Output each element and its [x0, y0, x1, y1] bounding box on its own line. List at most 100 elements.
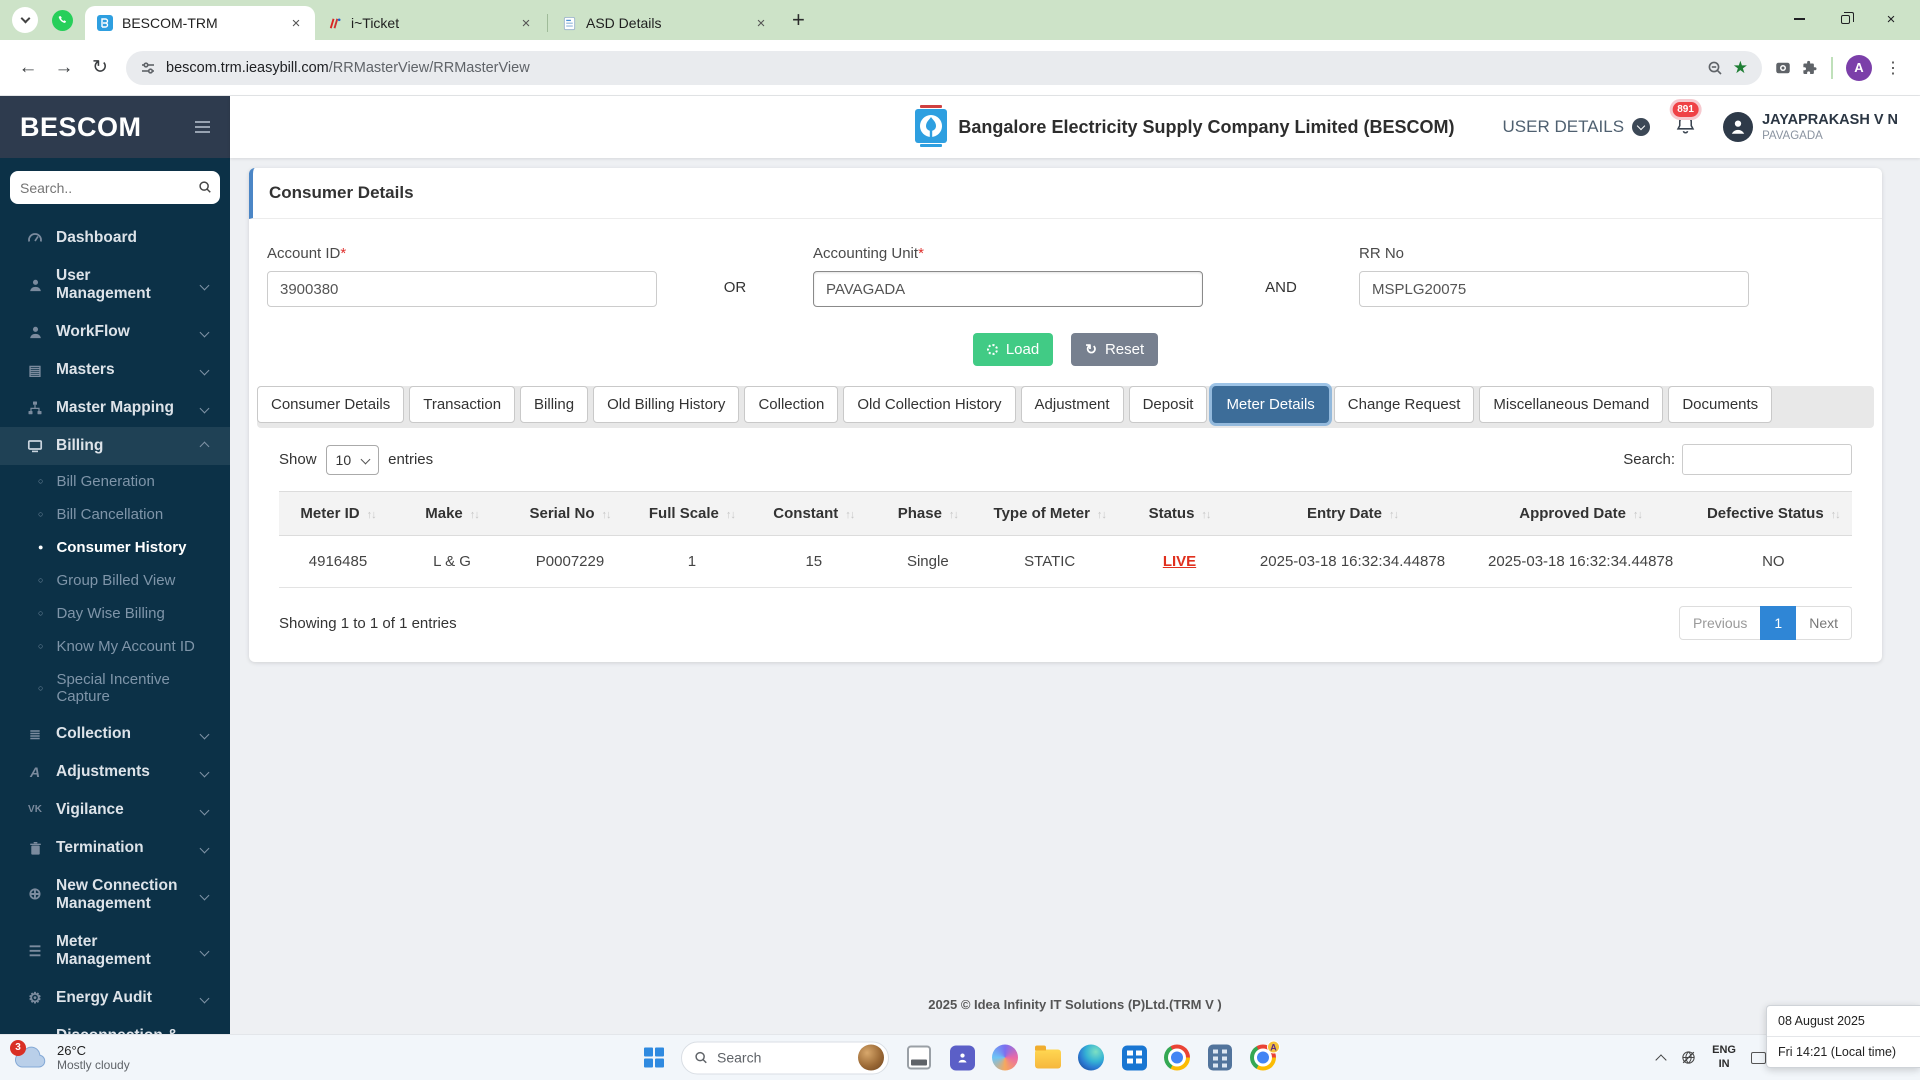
sidebar-item-termination[interactable]: Termination — [0, 829, 230, 867]
new-tab-button[interactable]: + — [792, 7, 805, 33]
sidebar-item-dashboard[interactable]: Dashboard — [0, 219, 230, 257]
sidebar-subitem-group-billed-view[interactable]: ○ Group Billed View — [0, 564, 230, 597]
minimize-button[interactable] — [1776, 0, 1822, 38]
tab-old-collection-history[interactable]: Old Collection History — [843, 386, 1016, 423]
sidebar-subitem-bill-cancellation[interactable]: ○ Bill Cancellation — [0, 498, 230, 531]
file-explorer-icon[interactable] — [1035, 1045, 1061, 1071]
browser-tab-bescom[interactable]: BESCOM-TRM × — [85, 6, 315, 40]
next-page-button[interactable]: Next — [1795, 606, 1852, 640]
sidebar-search-input[interactable] — [10, 171, 220, 204]
sidebar-item-masters[interactable]: ▤ Masters — [0, 351, 230, 389]
sidebar-subitem-special-incentive-capture[interactable]: ○ Special Incentive Capture — [0, 663, 230, 713]
chrome-icon[interactable] — [1164, 1044, 1190, 1071]
page-size-select[interactable]: 10 — [325, 444, 380, 475]
browser-menu-icon[interactable]: ⋮ — [1880, 58, 1906, 78]
edge-icon[interactable] — [1078, 1044, 1104, 1071]
col-serial-no[interactable]: Serial No ↑↓ — [507, 491, 633, 536]
reset-button[interactable]: ↻ Reset — [1071, 333, 1159, 366]
calendar-app-icon[interactable] — [1121, 1045, 1147, 1071]
tab-adjustment[interactable]: Adjustment — [1020, 386, 1124, 423]
taskbar-search[interactable]: Search — [681, 1041, 889, 1074]
maximize-button[interactable] — [1822, 0, 1868, 38]
extension-icon[interactable] — [1774, 59, 1792, 77]
snipping-tool-icon[interactable] — [906, 1045, 932, 1071]
whatsapp-icon[interactable] — [52, 10, 73, 31]
col-entry-date[interactable]: Entry Date ↑↓ — [1238, 491, 1467, 536]
hamburger-menu-icon[interactable] — [191, 117, 214, 137]
col-meter-id[interactable]: Meter ID ↑↓ — [279, 491, 397, 536]
sidebar-subitem-day-wise-billing[interactable]: ○ Day Wise Billing — [0, 597, 230, 630]
sidebar-item-collection[interactable]: ≣ Collection — [0, 715, 230, 753]
extensions-puzzle-icon[interactable] — [1800, 59, 1818, 77]
user-avatar[interactable] — [1723, 112, 1754, 142]
notifications-button[interactable]: 891 — [1672, 102, 1699, 141]
teams-icon[interactable] — [949, 1045, 975, 1071]
sidebar-item-energy-audit[interactable]: ⚙ Energy Audit — [0, 979, 230, 1017]
account-id-input[interactable] — [267, 271, 657, 307]
weather-widget[interactable]: 3 26°C Mostly cloudy — [10, 1039, 130, 1072]
tab-billing[interactable]: Billing — [520, 386, 589, 423]
sidebar-subitem-bill-generation[interactable]: ○ Bill Generation — [0, 465, 230, 498]
live-status-link[interactable]: LIVE — [1163, 553, 1196, 570]
browser-profile-avatar[interactable]: A — [1846, 54, 1872, 81]
col-defective-status[interactable]: Defective Status ↑↓ — [1694, 491, 1852, 536]
rr-no-input[interactable] — [1359, 271, 1749, 307]
page-1-button[interactable]: 1 — [1760, 606, 1797, 640]
back-button[interactable]: ← — [10, 50, 46, 86]
sidebar-subitem-know-my-account-id[interactable]: ○ Know My Account ID — [0, 630, 230, 663]
forward-button[interactable]: → — [46, 50, 82, 86]
sidebar-item-vigilance[interactable]: VK Vigilance — [0, 791, 230, 829]
reload-button[interactable]: ↻ — [82, 50, 118, 86]
sidebar-item-new-connection-management[interactable]: ⊕ New Connection Management — [0, 867, 230, 923]
close-tab-icon[interactable]: × — [752, 15, 770, 32]
accounting-unit-input[interactable] — [813, 271, 1203, 307]
sidebar-subitem-consumer-history[interactable]: ● Consumer History — [0, 531, 230, 564]
tab-transaction[interactable]: Transaction — [409, 386, 516, 423]
close-tab-icon[interactable]: × — [517, 15, 535, 32]
start-button[interactable] — [644, 1047, 664, 1068]
sidebar-item-disconnection-reconnection[interactable]: Disconnection & Reconnection — [0, 1017, 230, 1034]
copilot-icon[interactable] — [992, 1044, 1018, 1071]
sidebar-item-master-mapping[interactable]: Master Mapping — [0, 389, 230, 427]
col-approved-date[interactable]: Approved Date ↑↓ — [1466, 491, 1695, 536]
close-tab-icon[interactable]: × — [287, 15, 305, 32]
zoom-icon[interactable] — [1707, 60, 1723, 76]
site-settings-icon[interactable] — [140, 60, 156, 76]
sidebar-item-billing[interactable]: Billing — [0, 427, 230, 465]
sidebar-item-adjustments[interactable]: A Adjustments — [0, 753, 230, 791]
chrome-profile-icon[interactable]: A — [1250, 1040, 1280, 1071]
col-type-of-meter[interactable]: Type of Meter ↑↓ — [978, 491, 1121, 536]
tab-miscellaneous-demand[interactable]: Miscellaneous Demand — [1479, 386, 1664, 423]
no-internet-globe-icon[interactable] — [1680, 1049, 1697, 1066]
notification-center-icon[interactable] — [1751, 1051, 1766, 1064]
tab-search-button[interactable] — [12, 7, 38, 33]
close-window-button[interactable]: × — [1868, 0, 1914, 38]
tab-meter-details[interactable]: Meter Details — [1212, 386, 1329, 423]
col-phase[interactable]: Phase ↑↓ — [876, 491, 979, 536]
tab-old-billing-history[interactable]: Old Billing History — [593, 386, 740, 423]
calculator-icon[interactable] — [1207, 1044, 1233, 1071]
sidebar-item-meter-management[interactable]: ☰ Meter Management — [0, 923, 230, 979]
load-button[interactable]: Load — [972, 333, 1054, 366]
sidebar-item-workflow[interactable]: WorkFlow — [0, 313, 230, 351]
tab-consumer-details[interactable]: Consumer Details — [257, 386, 405, 423]
browser-tab-iticket[interactable]: i~Ticket × — [315, 6, 545, 40]
tab-documents[interactable]: Documents — [1668, 386, 1773, 423]
sidebar-item-user-management[interactable]: User Management — [0, 257, 230, 313]
bookmark-star-icon[interactable]: ★ — [1733, 58, 1748, 78]
tab-deposit[interactable]: Deposit — [1128, 386, 1208, 423]
col-make[interactable]: Make ↑↓ — [396, 491, 508, 536]
previous-page-button[interactable]: Previous — [1678, 606, 1762, 640]
language-indicator[interactable]: ENG IN — [1712, 1044, 1736, 1070]
search-icon[interactable] — [198, 180, 212, 199]
tab-change-request[interactable]: Change Request — [1333, 386, 1475, 423]
url-bar[interactable]: bescom.trm.ieasybill.com/RRMasterView/RR… — [126, 50, 1762, 85]
col-full-scale[interactable]: Full Scale ↑↓ — [632, 491, 751, 536]
table-search-input[interactable] — [1682, 444, 1852, 475]
hidden-icons-chevron[interactable] — [1655, 1053, 1667, 1066]
user-details-menu[interactable]: USER DETAILS — [1503, 117, 1651, 137]
col-status[interactable]: Status ↑↓ — [1120, 491, 1239, 536]
tab-collection[interactable]: Collection — [744, 386, 839, 423]
col-constant[interactable]: Constant ↑↓ — [750, 491, 877, 536]
browser-tab-asd[interactable]: ASD Details × — [550, 6, 780, 40]
